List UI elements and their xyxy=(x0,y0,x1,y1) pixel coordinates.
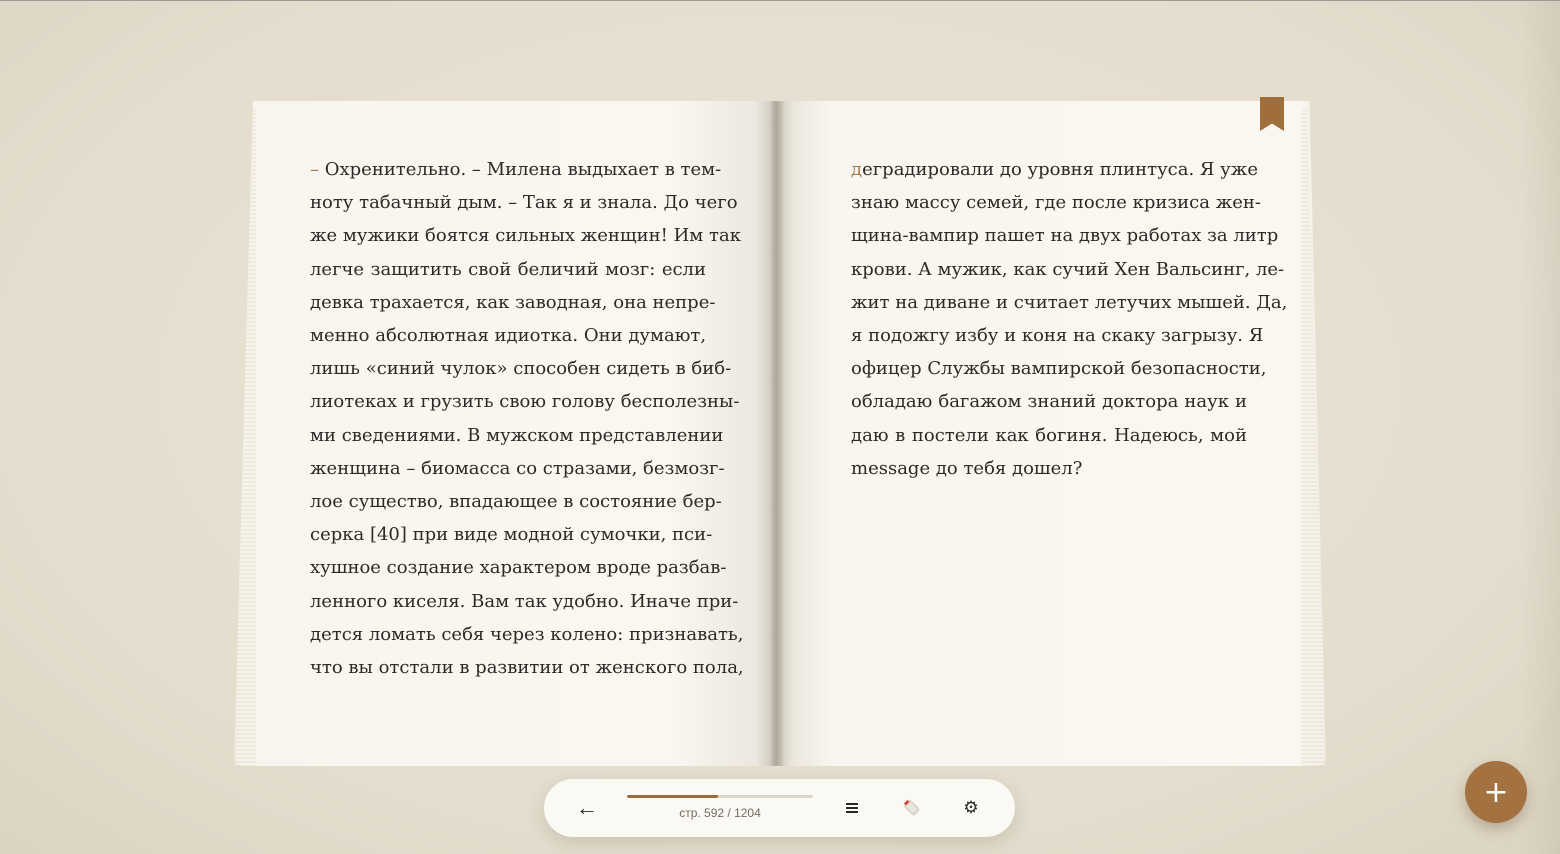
right-page-line: знаю массу семей, где после кризиса жен- xyxy=(851,186,1261,219)
left-page-line: менно абсолютная идиотка. Они думают, xyxy=(310,319,706,352)
right-page-line: щина-вампир пашет на двух работах за лит… xyxy=(851,219,1278,252)
line-text: даю в постели как богиня. Надеюсь, мой xyxy=(851,424,1247,446)
right-page-line: жит на диване и считает летучих мышей. Д… xyxy=(851,286,1287,319)
back-button[interactable]: ← xyxy=(572,793,602,823)
line-text: серка [40] при виде модной сумочки, пси- xyxy=(310,524,713,546)
plus-icon: + xyxy=(1483,774,1509,810)
right-page-line: даю в постели как богиня. Надеюсь, мой xyxy=(851,419,1247,452)
line-text: еградировали до уровня плинтуса. Я уже xyxy=(862,159,1258,180)
right-page-line: деградировали до уровня плинтуса. Я уже xyxy=(851,153,1258,186)
line-text: лишь «синий чулок» способен сидеть в биб… xyxy=(310,358,732,380)
left-page-line: женщина – биомасса со стразами, безмозг- xyxy=(310,452,725,485)
left-page[interactable]: – Охренительно. – Милена выдыхает в тем-… xyxy=(234,101,777,766)
line-text: Охренительно. – Милена выдыхает в тем- xyxy=(324,159,722,180)
right-page[interactable]: деградировали до уровня плинтуса. Я уже з… xyxy=(777,101,1326,766)
marker-icon xyxy=(903,799,920,816)
left-page-line: серка [40] при виде модной сумочки, пси- xyxy=(310,518,712,551)
line-text: же мужики боятся сильных женщин! Им так xyxy=(310,225,741,247)
line-text: дется ломать себя через колено: признава… xyxy=(310,623,744,645)
right-page-line: я подожгу избу и коня на скаку загрызу. … xyxy=(851,319,1263,352)
line-text: крови. А мужик, как сучий Хен Вальсинг, … xyxy=(851,258,1285,280)
right-page-line: крови. А мужик, как сучий Хен Вальсинг, … xyxy=(851,253,1284,286)
line-text: жит на диване и считает летучих мышей. Д… xyxy=(851,291,1288,313)
reader-toolbar: ← стр. 592 / 1204 ⚙ xyxy=(544,779,1015,837)
line-text: офицер Службы вампирской безопасности, xyxy=(851,358,1267,380)
left-page-line: лое существо, впадающее в состояние бер- xyxy=(310,485,722,518)
right-page-line: офицер Службы вампирской безопасности, xyxy=(851,352,1266,385)
first-letter: д xyxy=(851,159,863,180)
left-page-line: легче защитить свой беличий мозг: если xyxy=(310,253,706,286)
page-counter: стр. 592 / 1204 xyxy=(679,806,761,820)
left-page-line: ленного киселя. Вам так удобно. Иначе пр… xyxy=(310,585,738,618)
line-text: женщина – биомасса со стразами, безмозг- xyxy=(310,457,725,479)
line-text: девка трахается, как заводная, она непре… xyxy=(310,291,716,313)
menu-icon xyxy=(846,801,858,815)
right-page-line: message до тебя дошел? xyxy=(851,452,1247,485)
left-page-line: девка трахается, как заводная, она непре… xyxy=(310,286,715,319)
line-text: знаю массу семей, где после кризиса жен- xyxy=(851,192,1261,214)
line-text: щина-вампир пашет на двух работах за лит… xyxy=(851,225,1279,247)
line-text: ми сведениями. В мужском представлении xyxy=(310,424,724,446)
left-page-line: же мужики боятся сильных женщин! Им так xyxy=(310,219,741,252)
line-text: message до тебя дошел? xyxy=(851,457,1083,479)
progress-track[interactable] xyxy=(627,795,813,798)
gear-icon: ⚙ xyxy=(963,798,979,817)
contents-button[interactable] xyxy=(837,793,867,823)
left-page-line: лишь «синий чулок» способен сидеть в биб… xyxy=(310,352,731,385)
highlighter-button[interactable] xyxy=(897,793,927,823)
left-page-line: дется ломать себя через колено: признава… xyxy=(310,618,743,651)
progress-fill xyxy=(627,795,719,798)
book-spine xyxy=(769,101,785,766)
line-text: легче защитить свой беличий мозг: если xyxy=(310,258,706,280)
left-page-line: ми сведениями. В мужском представлении xyxy=(310,419,723,452)
line-text: обладаю багажом знаний доктора наук и xyxy=(851,391,1247,413)
left-page-line: хушное создание характером вроде разбав- xyxy=(310,551,727,584)
open-book: – Охренительно. – Милена выдыхает в тем-… xyxy=(234,97,1326,766)
right-page-text: деградировали до уровня плинтуса. Я уже з… xyxy=(851,153,1287,485)
line-text: я подожгу избу и коня на скаку загрызу. … xyxy=(851,325,1264,347)
line-text: ленного киселя. Вам так удобно. Иначе пр… xyxy=(310,590,739,612)
dialogue-dash: – xyxy=(310,159,319,180)
reading-progress[interactable]: стр. 592 / 1204 xyxy=(627,795,813,820)
left-page-text: – Охренительно. – Милена выдыхает в тем-… xyxy=(310,153,744,684)
line-text: лиотеках и грузить свою голову бесполезн… xyxy=(310,391,740,413)
reader-stage: – Охренительно. – Милена выдыхает в тем-… xyxy=(0,0,1560,854)
settings-button[interactable]: ⚙ xyxy=(956,793,986,823)
line-text: хушное создание характером вроде разбав- xyxy=(310,557,727,579)
left-page-line: – Охренительно. – Милена выдыхает в тем- xyxy=(310,153,721,186)
left-page-line: ноту табачный дым. – Так я и знала. До ч… xyxy=(310,186,738,219)
line-text: ноту табачный дым. – Так я и знала. До ч… xyxy=(310,192,738,214)
edge-shade xyxy=(1520,1,1560,854)
arrow-left-icon: ← xyxy=(576,795,598,820)
line-text: менно абсолютная идиотка. Они думают, xyxy=(310,325,707,347)
left-page-edges xyxy=(234,109,256,766)
left-page-line: лиотеках и грузить свою голову бесполезн… xyxy=(310,385,739,418)
right-page-line: обладаю багажом знаний доктора наук и xyxy=(851,385,1247,418)
right-page-edges xyxy=(1302,109,1326,766)
add-button[interactable]: + xyxy=(1465,761,1527,823)
left-page-line: что вы отстали в развитии от женского по… xyxy=(310,651,744,684)
line-text: лое существо, впадающее в состояние бер- xyxy=(310,491,722,513)
line-text: что вы отстали в развитии от женского по… xyxy=(310,657,744,679)
